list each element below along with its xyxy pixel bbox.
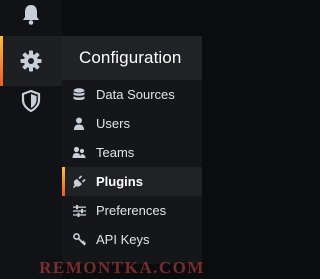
bell-icon — [21, 4, 41, 26]
configuration-menu: Configuration Data Sources Users Teams P… — [62, 36, 202, 264]
gear-icon — [20, 50, 42, 72]
menu-item-label: Teams — [96, 145, 135, 160]
menu-item-users[interactable]: Users — [62, 109, 202, 138]
menu-item-api-keys[interactable]: API Keys — [62, 225, 202, 254]
sliders-icon — [72, 204, 86, 218]
user-icon — [72, 117, 86, 131]
menu-item-label: Plugins — [96, 174, 143, 189]
menu-title[interactable]: Configuration — [62, 36, 202, 80]
menu-items: Data Sources Users Teams Plugins Prefere… — [62, 80, 202, 254]
menu-item-teams[interactable]: Teams — [62, 138, 202, 167]
users-icon — [72, 146, 86, 160]
menu-item-label: API Keys — [96, 232, 150, 247]
database-icon — [72, 88, 86, 102]
menu-item-label: Data Sources — [96, 87, 175, 102]
menu-item-preferences[interactable]: Preferences — [62, 196, 202, 225]
rail-item-server-admin[interactable] — [0, 76, 62, 126]
shield-icon — [21, 90, 41, 112]
side-rail — [0, 0, 62, 279]
watermark: REMONTKA.COM — [39, 258, 205, 277]
rail-item-alerting[interactable] — [0, 0, 62, 40]
key-icon — [72, 233, 86, 247]
menu-item-plugins[interactable]: Plugins — [62, 167, 202, 196]
plug-icon — [72, 175, 86, 189]
menu-item-label: Preferences — [96, 203, 167, 218]
menu-item-data-sources[interactable]: Data Sources — [62, 80, 202, 109]
menu-item-label: Users — [96, 116, 130, 131]
